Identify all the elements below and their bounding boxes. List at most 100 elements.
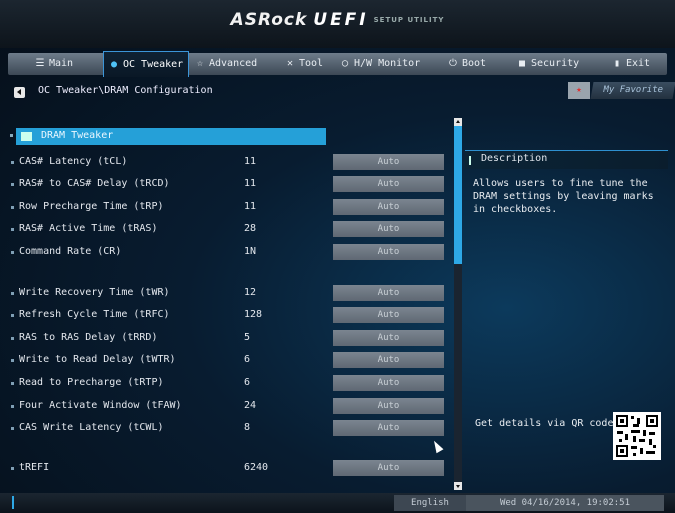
bullet-icon [11,206,14,209]
setting-row-tcwl[interactable]: CAS Write Latency (tCWL) 8 Auto [8,419,453,439]
bullet-icon [11,359,14,362]
list-icon: ☰ [35,58,45,69]
scrollbar[interactable] [454,118,462,490]
my-favorite-button[interactable]: My Favorite [590,82,675,99]
favorite-star-button[interactable]: ★ [568,82,590,99]
tab-label: H/W Monitor [354,58,421,69]
setting-row-trp[interactable]: Row Precharge Time (tRP) 11 Auto [8,198,453,218]
setting-label: Write to Read Delay (tWTR) [19,354,176,365]
setting-option-dropdown[interactable]: Auto [333,285,444,301]
setting-value: 24 [244,400,257,411]
scroll-down-icon[interactable] [454,482,462,490]
tab-label: Advanced [209,58,258,69]
back-arrow-icon[interactable] [14,87,25,98]
bullet-icon [11,337,14,340]
brand-name: ASRock [230,10,308,30]
brand-product: UEFI [313,10,369,30]
tab-tool[interactable]: ✕ Tool [284,53,323,75]
setting-option-dropdown[interactable]: Auto [333,244,444,260]
setting-row-tfaw[interactable]: Four Activate Window (tFAW) 24 Auto [8,397,453,417]
tab-boot[interactable]: ⏻ Boot [447,53,486,75]
setting-value: 1N [244,246,257,257]
tab-label: Boot [462,58,487,69]
breadcrumb-bar: OC Tweaker\DRAM Configuration ★ My Favor… [8,82,675,104]
section-dram-tweaker[interactable]: DRAM Tweaker [10,128,326,145]
setting-row-twtr[interactable]: Write to Read Delay (tWTR) 6 Auto [8,351,453,371]
setting-option-dropdown[interactable]: Auto [333,221,444,237]
setting-value: 8 [244,422,251,433]
brand-logo: ASRock UEFI SETUP UTILITY [0,10,675,30]
setting-row-trfc[interactable]: Refresh Cycle Time (tRFC) 128 Auto [8,306,453,326]
brand-subtitle: SETUP UTILITY [373,16,445,24]
tools-icon: ✕ [286,58,294,69]
setting-option-dropdown[interactable]: Auto [333,460,444,476]
setting-option-dropdown[interactable]: Auto [333,307,444,323]
setting-value: 12 [244,287,257,298]
setting-option-dropdown[interactable]: Auto [333,330,444,346]
setting-row-cr[interactable]: Command Rate (CR) 1N Auto [8,243,453,263]
bullet-icon [11,161,14,164]
description-header: Description [465,150,668,169]
bullet-icon [11,228,14,231]
power-icon: ⏻ [449,58,457,69]
tab-hw-monitor[interactable]: ◯ H/W Monitor [339,53,420,75]
header-bar: ASRock UEFI SETUP UTILITY [0,0,675,48]
setting-value: 6 [244,377,251,388]
bios-window: ASRock UEFI SETUP UTILITY ☰ Main ● OC Tweake… [0,0,675,513]
setting-label: CAS# Latency (tCL) [19,156,128,167]
monitor-icon: ◯ [341,58,349,69]
setting-label: Refresh Cycle Time (tRFC) [19,309,170,320]
setting-row-twr[interactable]: Write Recovery Time (tWR) 12 Auto [8,284,453,304]
setting-label: CAS Write Latency (tCWL) [19,422,164,433]
setting-row-trcd[interactable]: RAS# to CAS# Delay (tRCD) 11 Auto [8,175,453,195]
bullet-icon [11,405,14,408]
breadcrumb: OC Tweaker\DRAM Configuration [38,85,213,96]
scroll-up-icon[interactable] [454,118,462,126]
tab-advanced[interactable]: ☆ Advanced [194,53,257,75]
bullet-icon [11,382,14,385]
bullet-icon [11,467,14,470]
bullet-icon [11,251,14,254]
tab-label: OC Tweaker [123,59,184,70]
setting-row-trrd[interactable]: RAS to RAS Delay (tRRD) 5 Auto [8,329,453,349]
tab-label: Main [49,58,74,69]
scrollbar-thumb[interactable] [454,126,462,264]
setting-value: 11 [244,178,257,189]
setting-value: 6 [244,354,251,365]
tab-security[interactable]: ■ Security [516,53,579,75]
shield-icon: ■ [518,58,526,69]
setting-option-dropdown[interactable]: Auto [333,375,444,391]
footer-accent [12,496,14,509]
setting-label: RAS# Active Time (tRAS) [19,223,158,234]
tab-exit[interactable]: ▮ Exit [611,53,650,75]
setting-option-dropdown[interactable]: Auto [333,420,444,436]
setting-value: 11 [244,201,257,212]
tab-main[interactable]: ☰ Main [34,53,74,75]
setting-row-trefi[interactable]: tREFI 6240 Auto [8,459,453,479]
setting-option-dropdown[interactable]: Auto [333,176,444,192]
setting-option-dropdown[interactable]: Auto [333,154,444,170]
tab-label: Security [531,58,580,69]
exit-icon: ▮ [613,58,621,69]
setting-label: Write Recovery Time (tWR) [19,287,170,298]
setting-option-dropdown[interactable]: Auto [333,352,444,368]
tab-label: Tool [299,58,324,69]
bullet-icon [11,314,14,317]
setting-label: Row Precharge Time (tRP) [19,201,164,212]
flame-icon: ● [110,59,118,70]
bullet-icon [11,292,14,295]
setting-row-tras[interactable]: RAS# Active Time (tRAS) 28 Auto [8,220,453,240]
bullet-icon [11,427,14,430]
setting-label: tREFI [19,462,50,473]
setting-value: 11 [244,156,257,167]
setting-option-dropdown[interactable]: Auto [333,199,444,215]
setting-label: RAS# to CAS# Delay (tRCD) [19,178,170,189]
setting-row-trtp[interactable]: Read to Precharge (tRTP) 6 Auto [8,374,453,394]
setting-option-dropdown[interactable]: Auto [333,398,444,414]
section-label: DRAM Tweaker [41,130,114,141]
language-selector[interactable]: English [394,495,466,511]
tab-oc-tweaker[interactable]: ● OC Tweaker [103,51,189,77]
setting-row-tcl[interactable]: CAS# Latency (tCL) 11 Auto [8,153,453,173]
setting-value: 6240 [244,462,269,473]
qr-code-icon [613,412,661,460]
